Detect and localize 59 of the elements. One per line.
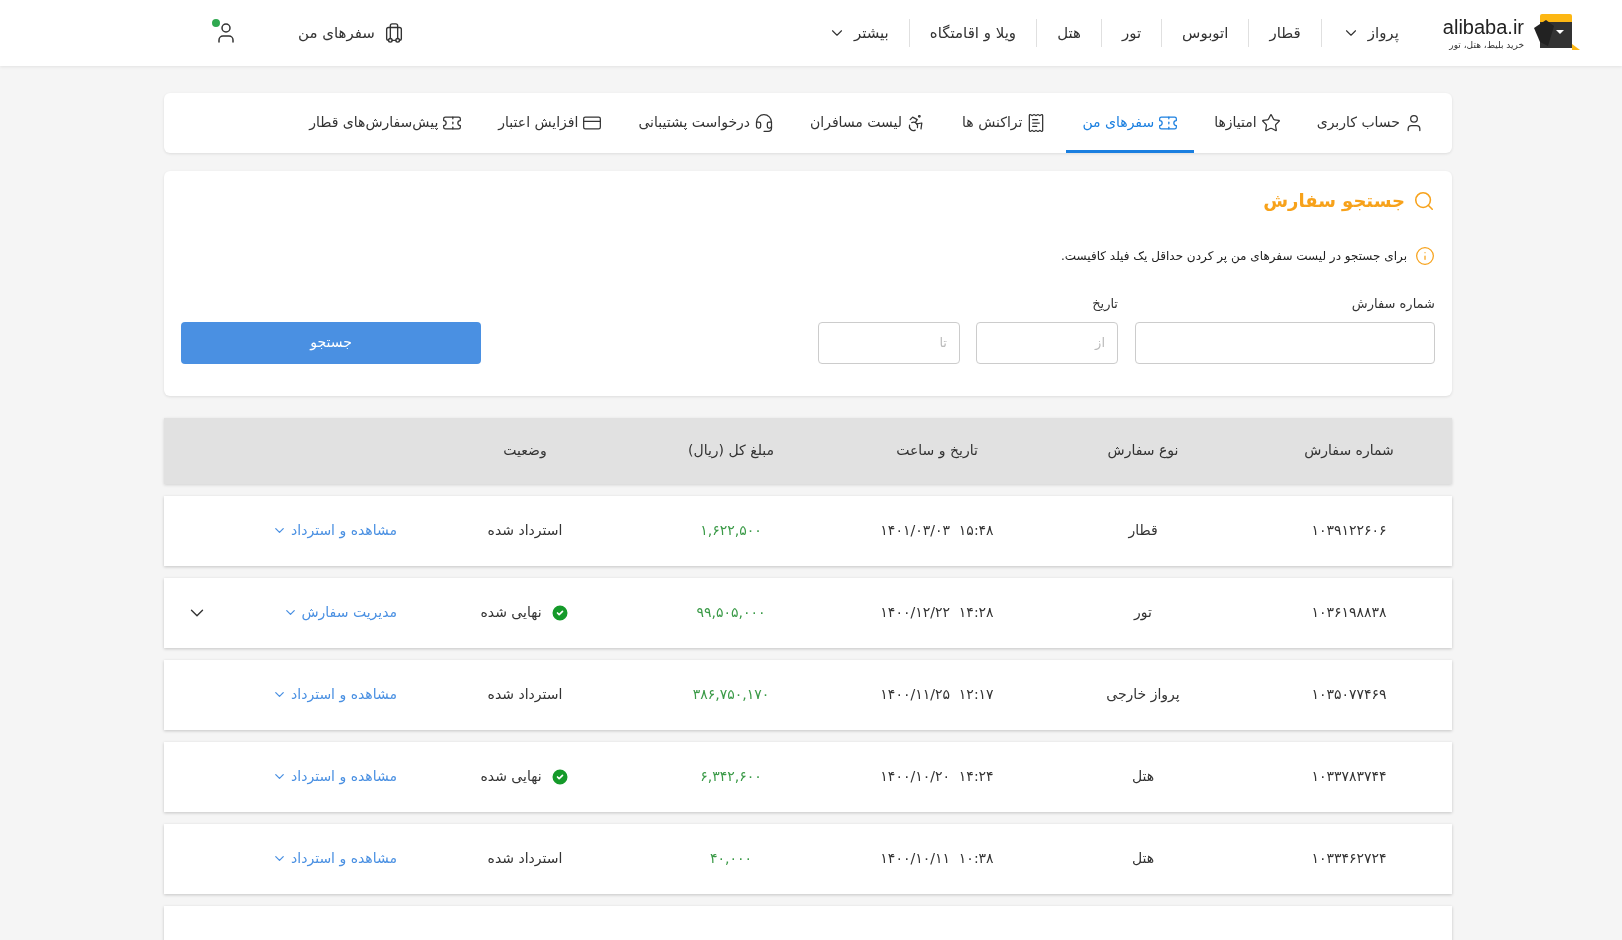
order-datetime: ۱۴:۲۸ ۱۴۰۰/۱۲/۲۲ xyxy=(879,603,995,622)
order-datetime: ۱۰:۳۸ ۱۴۰۰/۱۰/۱۱ xyxy=(879,849,995,868)
nav-link[interactable]: هتل xyxy=(1037,21,1101,45)
order-amount: ۳۸۶,۷۵۰,۱۷۰ xyxy=(691,685,771,704)
profile-tab[interactable]: سفرهای من xyxy=(1066,95,1195,153)
nav-link[interactable]: قطار xyxy=(1249,21,1321,45)
order-amount: ۹۹,۵۰۵,۰۰۰ xyxy=(695,603,767,622)
order-amount: ۶,۳۴۲,۶۰۰ xyxy=(699,767,763,786)
search-icon xyxy=(1413,189,1435,212)
profile-tab[interactable]: حساب کاربری xyxy=(1300,95,1440,153)
nav-link[interactable]: اتوبوس xyxy=(1162,21,1249,45)
profile-tab[interactable]: افزایش اعتبار xyxy=(482,95,619,153)
nav-link[interactable]: پرواز xyxy=(1321,21,1419,45)
order-type: پرواز خارجی xyxy=(1105,685,1181,705)
order-number-field[interactable] xyxy=(1135,321,1435,364)
column-header: تاریخ و ساعت xyxy=(895,441,979,461)
search-title: جستجو سفارش xyxy=(1263,189,1405,214)
order-type: هتل xyxy=(1130,767,1156,786)
order-number: ۱۰۳۹۱۲۲۶۰۶ xyxy=(1310,521,1388,540)
logo-wordmark: alibaba.ir xyxy=(1442,16,1524,37)
profile-tab[interactable]: تراکنش ها xyxy=(946,95,1063,153)
column-header: مبلغ کل (ریال) xyxy=(687,441,775,461)
column-header: وضعیت xyxy=(502,441,548,461)
column-header: شماره سفارش xyxy=(1303,441,1395,461)
order-datetime: ۱۵:۴۸ ۱۴۰۱/۰۳/۰۳ xyxy=(879,521,995,540)
order-type: قطار xyxy=(1127,521,1159,541)
info-icon xyxy=(1415,246,1435,266)
order-amount: ۱,۶۲۲,۵۰۰ xyxy=(699,521,763,540)
field-label: شماره سفارش xyxy=(1350,295,1435,314)
order-number: ۱۰۳۵۰۷۷۴۶۹ xyxy=(1310,685,1388,704)
profile-tab[interactable]: امتیازها xyxy=(1198,95,1297,153)
nav-link[interactable]: تور xyxy=(1101,21,1162,45)
order-status: نهایی شده xyxy=(480,767,542,786)
profile-tab[interactable]: پیش‌سفارش‌های قطار xyxy=(293,95,479,153)
order-type: هتل xyxy=(1130,849,1156,868)
profile-tab[interactable]: لیست مسافران xyxy=(794,95,943,153)
order-status: نهایی شده xyxy=(480,603,542,622)
logo-tagline: خرید بلیط، هتل، تور xyxy=(1449,40,1524,50)
order-status: استرداد شده xyxy=(487,849,563,869)
date-from-field[interactable]: از xyxy=(976,321,1118,364)
nav-link[interactable]: بیشتر xyxy=(807,21,909,45)
order-status: استرداد شده xyxy=(487,685,563,705)
field-label: تاریخ xyxy=(1091,295,1118,313)
date-to-field[interactable]: تا xyxy=(818,321,960,364)
order-number: ۱۰۳۳۷۸۳۷۴۴ xyxy=(1310,767,1388,786)
order-number: ۱۰۳۳۴۶۲۷۲۴ xyxy=(1310,849,1388,868)
order-type: تور xyxy=(1132,603,1153,623)
column-header: نوع سفارش xyxy=(1106,441,1180,461)
profile-tab[interactable]: درخواست پشتیبانی xyxy=(622,95,791,153)
order-datetime: ۱۲:۱۷ ۱۴۰۰/۱۱/۲۵ xyxy=(879,685,995,704)
star-icon xyxy=(1260,112,1281,133)
order-amount: ۴۰,۰۰۰ xyxy=(708,849,754,868)
headset-icon xyxy=(754,112,775,133)
my-trips-link[interactable]: سفرهای من xyxy=(298,21,405,45)
order-status: استرداد شده xyxy=(487,521,563,541)
nav-link[interactable]: ویلا و اقامتگاه xyxy=(909,21,1037,45)
search-hint: برای جستجو در لیست سفرهای من پر کردن حداقل یک فیلد کافیست. xyxy=(1061,248,1407,265)
order-number: ۱۰۳۶۱۹۸۸۳۸ xyxy=(1310,603,1388,622)
order-datetime: ۱۴:۲۴ ۱۴۰۰/۱۰/۲۰ xyxy=(879,767,995,786)
